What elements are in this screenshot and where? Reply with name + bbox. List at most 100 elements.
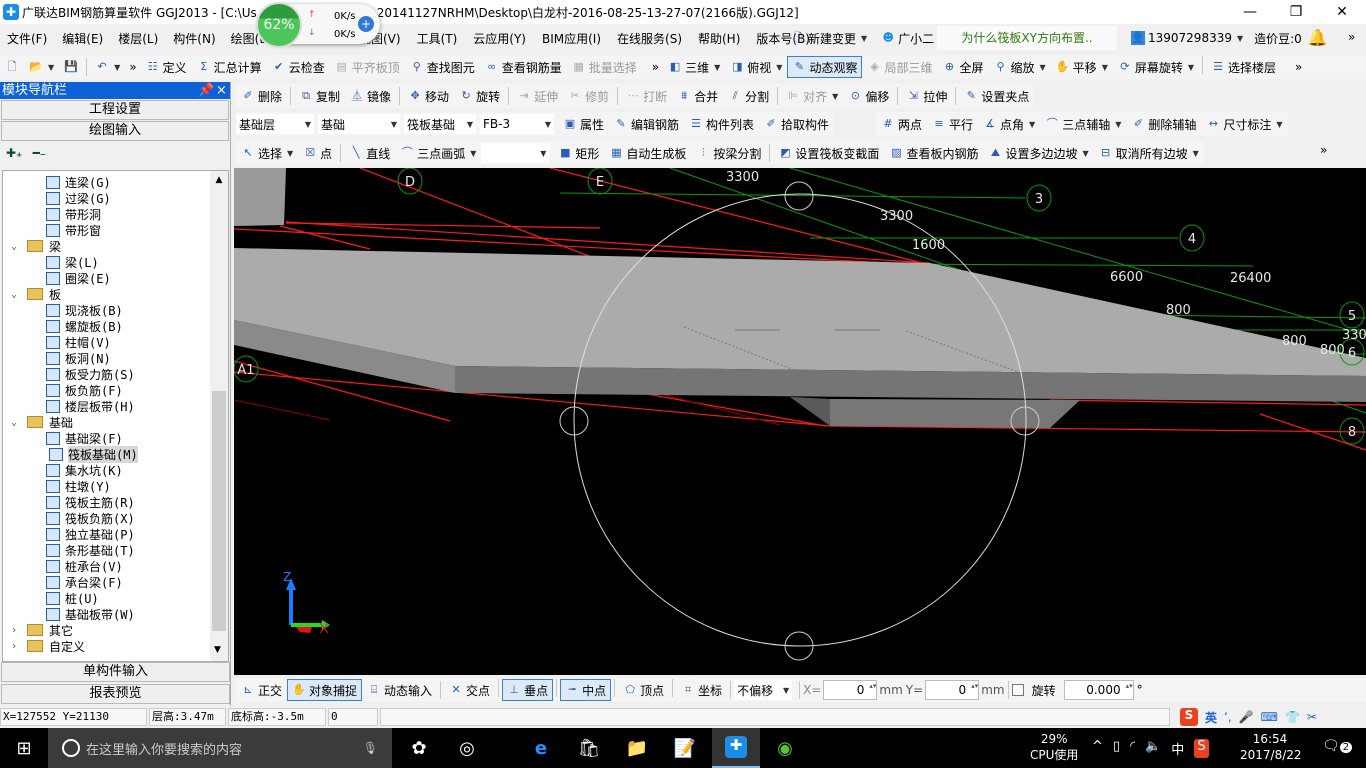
ortho-button[interactable]: ⊾ 正交 — [236, 679, 287, 701]
snap-button[interactable]: ✋ 对象捕捉 — [287, 679, 363, 701]
grip-button[interactable]: ✎ 设置夹点 — [959, 85, 1034, 107]
tree-item[interactable]: 板洞(N) — [46, 350, 111, 366]
rotate-screen-button[interactable]: ⟳ 屏幕旋转 ▼ — [1113, 56, 1199, 78]
y-input[interactable]: 0 — [925, 680, 980, 700]
parallel-button[interactable]: ≡ 平行 — [927, 113, 978, 135]
edge-icon[interactable]: e — [517, 728, 565, 768]
tree-item[interactable]: 连梁(G) — [46, 174, 111, 190]
taskbar-app-glodon[interactable]: ✚ — [712, 728, 760, 768]
maximize-button[interactable]: ❐ — [1273, 0, 1319, 24]
list-button[interactable]: ☰ 构件列表 — [684, 113, 759, 135]
chevron-down-icon[interactable]: ▼ — [714, 63, 720, 72]
network-widget[interactable]: 62% ↑ 0K/s ↓ 0K/s + — [256, 2, 380, 48]
chevron-down-icon[interactable]: ⌄ — [11, 241, 23, 252]
tree-item[interactable]: 螺旋板(B) — [46, 318, 123, 334]
cpu-monitor[interactable]: 29% CPU使用 — [1030, 731, 1078, 763]
binoculars-button[interactable]: ⚲ 查找图元 — [405, 56, 480, 78]
tree-scrollbar[interactable]: ▲ ▼ — [210, 171, 228, 661]
tree-folder[interactable]: ⌄ 板 — [11, 286, 61, 302]
plus-icon[interactable]: + — [358, 16, 374, 32]
menu-item[interactable]: 帮助(H) — [695, 27, 743, 49]
delete-axis-button[interactable]: ✐ 删除辅轴 — [1126, 113, 1201, 135]
minimize-button[interactable]: — — [1227, 0, 1273, 24]
tree-item[interactable]: 带形洞 — [46, 206, 101, 222]
chevron-down-icon[interactable]: ▼ — [1082, 149, 1088, 158]
menu-item[interactable]: 楼层(L) — [115, 27, 161, 49]
account-button[interactable]: 👤 13907298339 ▼ — [1126, 27, 1248, 49]
split-button[interactable]: ⫽ 分割 — [723, 85, 774, 107]
component-select-1[interactable]: 基础 ▼ — [318, 114, 400, 134]
single-component-input-button[interactable]: 单构件输入 — [1, 662, 230, 682]
extend-button[interactable]: ⇥ 延伸 — [512, 85, 563, 107]
question-link[interactable]: 为什么筏板XY方向布置.. — [937, 26, 1117, 50]
start-button[interactable]: ⊞ — [0, 728, 48, 768]
chevron-down-icon[interactable]: ⌄ — [11, 289, 23, 300]
chevron-down-icon[interactable]: ▼ — [832, 92, 838, 101]
taskbar-app-green[interactable]: ◉ — [761, 728, 809, 768]
new-file-button[interactable]: 🗋 — [0, 56, 24, 78]
sigma-button[interactable]: Σ 汇总计算 — [192, 56, 267, 78]
file-explorer-icon[interactable]: 📁 — [613, 728, 661, 768]
close-button[interactable]: ✕ — [1319, 0, 1365, 24]
tree-item[interactable]: 筏板基础(M) — [46, 445, 141, 463]
tree-item[interactable]: 基础板带(W) — [46, 606, 135, 622]
tree-item[interactable]: 桩承台(V) — [46, 558, 123, 574]
three-point-axis-button[interactable]: ⌒ 三点辅轴 ▼ — [1040, 113, 1126, 135]
chevron-down-icon[interactable]: ▼ — [287, 149, 293, 158]
align-top-button[interactable]: ▤ 平齐板顶 — [330, 56, 405, 78]
sogou-tray-icon[interactable]: S — [1194, 739, 1209, 758]
copy-button[interactable]: ⧉ 复制 — [294, 85, 345, 107]
trim-button[interactable]: ✂ 修剪 — [563, 85, 614, 107]
project-settings-button[interactable]: 工程设置 — [1, 100, 229, 120]
tree-item[interactable]: 桩(U) — [46, 590, 99, 606]
chevron-down-icon[interactable]: ▼ — [391, 120, 397, 129]
x-input[interactable]: 0 — [823, 680, 878, 700]
split-by-beam-button[interactable]: ⫶ 按梁分割 — [691, 142, 766, 164]
3d-viewport[interactable]: D E 3 4 5 6 8 A1 3300 3300 1600 6600 26400 800 800 800… — [233, 167, 1366, 675]
batch-select-button[interactable]: ▦ 批量选择 — [567, 56, 642, 78]
keyboard-icon[interactable]: ⌨ — [1261, 710, 1278, 724]
dimension-button[interactable]: ↔ 尺寸标注 ▼ — [1201, 113, 1287, 135]
component-select-3[interactable]: FB-3 ▼ — [480, 114, 554, 134]
pin-icon[interactable]: 📌 — [198, 82, 214, 99]
undo-button[interactable]: ↶ ▼ — [90, 56, 125, 78]
chevron-down-icon[interactable]: ▼ — [470, 149, 476, 158]
tree-item[interactable]: 柱帽(V) — [46, 334, 111, 350]
overflow-icon[interactable]: » — [1295, 60, 1302, 74]
tree-folder[interactable]: › 自定义 — [11, 638, 85, 654]
volume-icon[interactable]: 🔈 — [1145, 739, 1161, 758]
tree-item[interactable]: 板负筋(F) — [46, 382, 123, 398]
ime-lang[interactable]: 英 — [1205, 709, 1217, 726]
local-3d-button[interactable]: ◈ 局部三维 — [862, 56, 937, 78]
tree-item[interactable]: 现浇板(B) — [46, 302, 123, 318]
fullscreen-button[interactable]: ⊕ 全屏 — [937, 56, 988, 78]
view-rebar-button[interactable]: ▨ 查看板内钢筋 — [884, 142, 983, 164]
chevron-down-icon[interactable]: ▼ — [1029, 120, 1035, 129]
close-icon[interactable]: × — [216, 82, 227, 99]
rotate-checkbox[interactable] — [1011, 684, 1024, 696]
chevron-down-icon[interactable]: ⌄ — [11, 417, 23, 428]
merge-button[interactable]: ⩩ 合并 — [672, 85, 723, 107]
sogou-ime-bar[interactable]: S 英 ‘, 🎤 ⌨ 👕 ✂ — [1180, 708, 1317, 726]
line-button[interactable]: ╲ 直线 — [344, 142, 395, 164]
slope-button[interactable]: ⛰ 设置多边边坡 ▼ — [983, 142, 1093, 164]
search-box[interactable]: 在这里输入你要搜索的内容 🎙 — [48, 728, 392, 768]
pick-button[interactable]: ✐ 拾取构件 — [759, 113, 834, 135]
align-button[interactable]: ⊫ 对齐 ▼ — [781, 85, 843, 107]
collapse-all-icon[interactable]: ━₋ — [33, 146, 47, 160]
tree-item[interactable]: 独立基础(P) — [46, 526, 135, 542]
taskbar-app-ggj[interactable]: ◎ — [443, 728, 491, 768]
auto-slab-button[interactable]: ▦ 自动生成板 — [604, 142, 691, 164]
drawing-canvas[interactable]: D E 3 4 5 6 8 A1 3300 3300 1600 6600 26400 800 800 800… — [233, 167, 1366, 675]
intersection-button[interactable]: ✕ 交点 — [444, 679, 495, 701]
open-file-button[interactable]: 📂 ▼ — [24, 56, 59, 78]
chevron-down-icon[interactable]: ▼ — [305, 120, 311, 129]
chevron-down-icon[interactable]: ▼ — [1102, 63, 1108, 72]
wifi-icon[interactable]: ◜ — [1130, 739, 1135, 758]
cancel-slope-button[interactable]: ⊟ 取消所有边坡 ▼ — [1094, 142, 1204, 164]
delete-button[interactable]: ✐ 删除 — [236, 85, 287, 107]
menu-item[interactable]: 云应用(Y) — [470, 27, 529, 49]
draw-mode-select[interactable]: ▼ — [481, 143, 550, 163]
two-point-axis-button[interactable]: # 两点 — [876, 113, 927, 135]
tools-icon[interactable]: ✂ — [1307, 710, 1317, 724]
